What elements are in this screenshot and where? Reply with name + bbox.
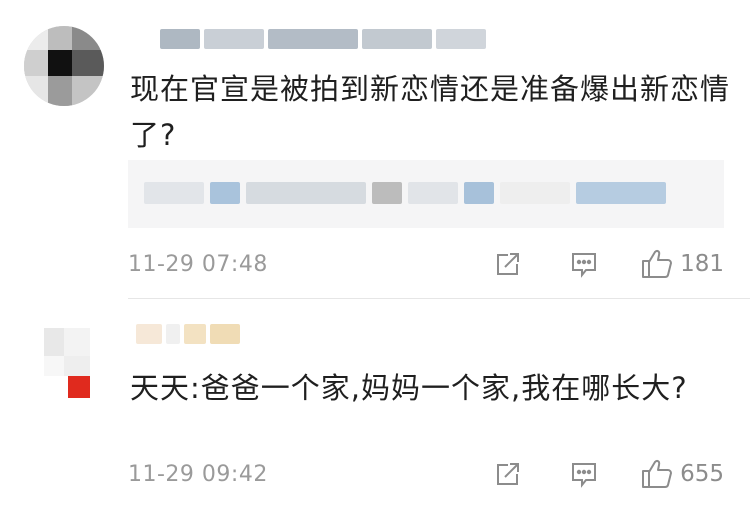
thumbs-up-icon bbox=[642, 460, 673, 488]
comment-button[interactable] bbox=[564, 246, 604, 282]
share-button[interactable] bbox=[488, 456, 528, 492]
action-bar: 655 bbox=[488, 456, 724, 492]
comment-icon bbox=[572, 253, 597, 278]
action-bar: 181 bbox=[488, 246, 724, 282]
comment-item: 天天:爸爸一个家,妈妈一个家,我在哪长大? 11-29 09:42 655 bbox=[0, 299, 750, 514]
thumbs-up-icon bbox=[642, 250, 673, 278]
reply-preview-obscured bbox=[144, 182, 666, 204]
timestamp: 11-29 09:42 bbox=[128, 462, 268, 487]
reply-preview[interactable] bbox=[128, 160, 724, 228]
username-obscured[interactable] bbox=[136, 321, 240, 347]
avatar[interactable] bbox=[44, 322, 100, 402]
like-button[interactable]: 655 bbox=[640, 458, 724, 490]
share-button[interactable] bbox=[488, 246, 528, 282]
comment-item: 现在官宣是被拍到新恋情还是准备爆出新恋情了? 11-29 07:48 181 bbox=[0, 0, 750, 298]
comment-button[interactable] bbox=[564, 456, 604, 492]
comment-text: 天天:爸爸一个家,妈妈一个家,我在哪长大? bbox=[130, 371, 688, 405]
share-icon bbox=[497, 463, 520, 485]
like-count: 655 bbox=[680, 461, 724, 487]
like-button[interactable]: 181 bbox=[640, 248, 724, 280]
timestamp: 11-29 07:48 bbox=[128, 252, 268, 277]
avatar[interactable] bbox=[24, 26, 104, 106]
comment-icon bbox=[572, 463, 597, 488]
comment-text: 现在官宣是被拍到新恋情还是准备爆出新恋情了? bbox=[130, 72, 731, 152]
like-count: 181 bbox=[680, 251, 724, 277]
username-obscured[interactable] bbox=[160, 26, 486, 52]
share-icon bbox=[497, 253, 520, 275]
